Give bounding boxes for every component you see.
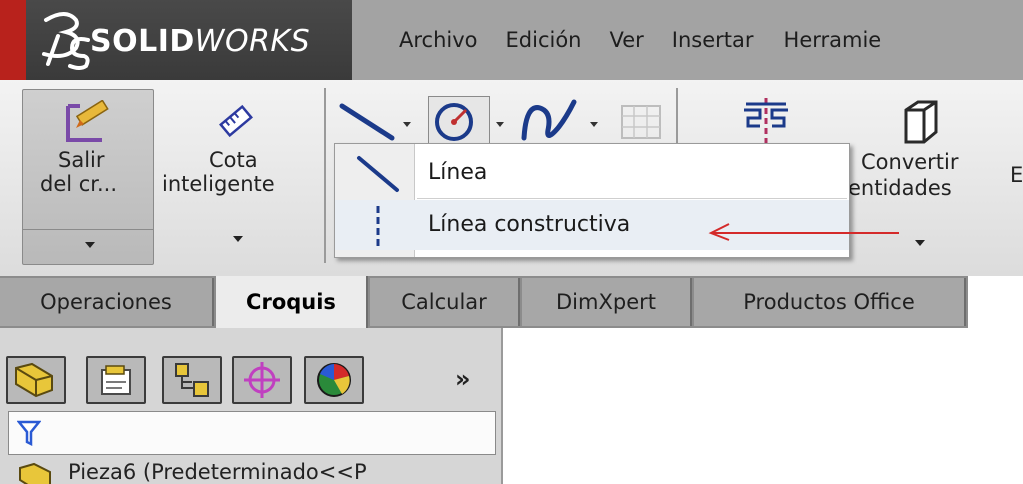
- tree-root-label: Pieza6 (Predeterminado<<P: [68, 460, 367, 484]
- convert-entities-icon[interactable]: [896, 98, 942, 146]
- exit-sketch-label-line1: Salir: [58, 148, 105, 172]
- dropdown-item-line[interactable]: Línea: [335, 148, 849, 198]
- filter-icon: [17, 420, 41, 446]
- menu-item-insertar[interactable]: Insertar: [672, 28, 754, 52]
- tab-calcular[interactable]: Calcular: [370, 278, 520, 326]
- smart-dimension-dropdown-caret[interactable]: [233, 236, 243, 242]
- panel-overflow-chevron[interactable]: »: [455, 365, 471, 393]
- circle-tool-icon: [435, 103, 473, 141]
- configuration-manager-icon: [175, 363, 209, 397]
- menu-item-archivo[interactable]: Archivo: [399, 28, 478, 52]
- convert-entities-label-line1[interactable]: Convertir: [861, 150, 959, 174]
- ribbon-overflow-label: E: [1010, 163, 1023, 187]
- ribbon-divider: [324, 88, 326, 263]
- sketch-grid-icon[interactable]: [618, 102, 664, 142]
- menu-item-herramientas[interactable]: Herramie: [784, 28, 882, 52]
- smart-dimension-label-line2[interactable]: inteligente: [162, 172, 275, 196]
- line-tool-icon[interactable]: [336, 100, 398, 144]
- tab-croquis[interactable]: Croquis: [216, 276, 368, 328]
- feature-tree-icon: [15, 362, 53, 398]
- tree-filter-field[interactable]: [8, 411, 496, 455]
- tab-productos-office[interactable]: Productos Office: [694, 278, 966, 326]
- convert-entities-dropdown-caret[interactable]: [915, 240, 925, 246]
- brand-area: SOLIDWORKS: [0, 0, 352, 80]
- display-manager-icon: [317, 363, 351, 397]
- tree-root-part[interactable]: Pieza6 (Predeterminado<<P: [8, 460, 503, 484]
- dimxpert-manager-icon: [244, 362, 280, 398]
- construction-line-icon: [376, 206, 380, 246]
- smart-dimension-label-line1[interactable]: Cota: [209, 148, 258, 172]
- ds-logo-icon: [42, 12, 90, 70]
- circle-tool-dropdown-caret[interactable]: [496, 122, 504, 127]
- dropdown-separator: [417, 198, 847, 199]
- line-tool-dropdown-caret[interactable]: [403, 122, 411, 127]
- annotation-arrow-icon: [708, 223, 899, 241]
- part-icon: [19, 462, 51, 484]
- title-bar: SOLIDWORKS Archivo Edición Ver Insertar …: [0, 0, 1023, 80]
- dropdown-item-label: Línea: [428, 160, 488, 185]
- split-button-divider: [23, 229, 153, 230]
- tab-operaciones[interactable]: Operaciones: [0, 278, 214, 326]
- exit-sketch-dropdown-caret[interactable]: [85, 242, 95, 248]
- property-manager-icon: [101, 365, 131, 395]
- command-manager-tabs: Operaciones Croquis Calcular DimXpert Pr…: [0, 276, 1023, 328]
- convert-entities-label-line2[interactable]: entidades: [848, 176, 952, 200]
- ribbon-divider: [676, 88, 678, 146]
- menu-item-edicion[interactable]: Edición: [506, 28, 582, 52]
- brand-accent-stripe: [0, 0, 26, 80]
- dropdown-item-label: Línea constructiva: [428, 212, 631, 237]
- menu-item-ver[interactable]: Ver: [610, 28, 644, 52]
- mirror-entities-icon[interactable]: [736, 96, 796, 148]
- line-icon: [357, 156, 399, 192]
- spline-tool-dropdown-caret[interactable]: [590, 122, 598, 127]
- exit-sketch-icon: [66, 100, 109, 142]
- tab-dimxpert[interactable]: DimXpert: [522, 278, 692, 326]
- menu-bar: Archivo Edición Ver Insertar Herramie: [352, 0, 1023, 80]
- brand-wordmark: SOLIDWORKS: [90, 24, 311, 59]
- spline-tool-icon[interactable]: [518, 98, 578, 144]
- smart-dimension-icon: [219, 104, 253, 138]
- exit-sketch-label-line2: del cr...: [40, 172, 118, 196]
